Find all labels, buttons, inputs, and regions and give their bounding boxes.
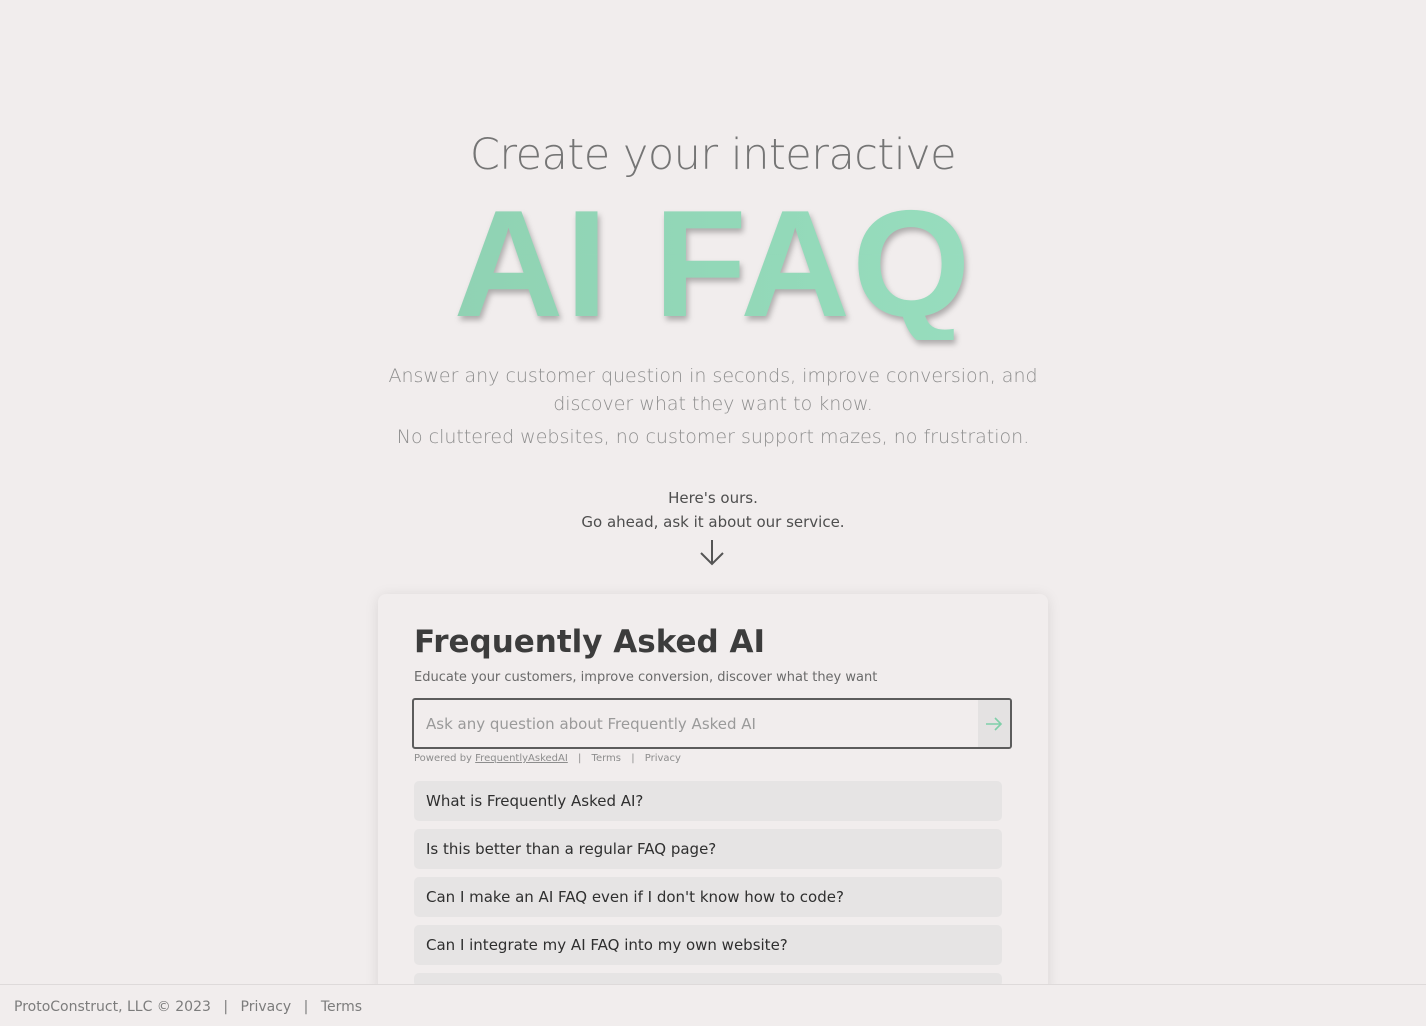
- arrow-down-icon: [700, 540, 724, 566]
- powered-by-link[interactable]: FrequentlyAskedAI: [475, 753, 568, 764]
- hero-callout-line1: Here's ours.: [668, 489, 758, 507]
- arrow-right-icon: [986, 716, 1003, 731]
- faq-widget-subtitle: Educate your customers, improve conversi…: [414, 670, 878, 685]
- hero-callout: Here's ours. Go ahead, ask it about our …: [0, 486, 1426, 534]
- suggested-question[interactable]: Can I integrate my AI FAQ into my own we…: [414, 925, 1002, 965]
- hero-title: AI FAQ: [0, 188, 1426, 340]
- suggested-questions-list: What is Frequently Asked AI? Is this bet…: [414, 781, 1002, 995]
- submit-question-button[interactable]: [978, 700, 1010, 747]
- powered-by-text: Powered by: [414, 753, 472, 764]
- suggested-question[interactable]: What is Frequently Asked AI?: [414, 781, 1002, 821]
- hero-description-secondary: No cluttered websites, no customer suppo…: [396, 426, 1030, 448]
- hero-callout-line2: Go ahead, ask it about our service.: [581, 513, 845, 531]
- powered-by-line: Powered by FrequentlyAskedAI | Terms | P…: [414, 753, 681, 764]
- divider: |: [631, 753, 635, 764]
- widget-terms-link[interactable]: Terms: [592, 753, 621, 764]
- hero-lead-text: Create your interactive: [469, 130, 957, 180]
- question-input[interactable]: [414, 700, 978, 747]
- faq-widget-title: Frequently Asked AI: [414, 624, 766, 660]
- divider: |: [223, 999, 229, 1015]
- question-box: [412, 698, 1012, 749]
- suggested-question[interactable]: Is this better than a regular FAQ page?: [414, 829, 1002, 869]
- suggested-question[interactable]: Can I make an AI FAQ even if I don't kno…: [414, 877, 1002, 917]
- divider: |: [577, 753, 582, 764]
- landing-page: Create your interactive AI FAQ Answer an…: [0, 0, 1426, 1026]
- footer-terms-link[interactable]: Terms: [321, 999, 362, 1015]
- copyright-text: ProtoConstruct, LLC © 2023: [14, 999, 211, 1015]
- page-footer: ProtoConstruct, LLC © 2023 | Privacy | T…: [0, 984, 1426, 1026]
- widget-privacy-link[interactable]: Privacy: [645, 753, 681, 764]
- divider: |: [303, 999, 309, 1015]
- footer-privacy-link[interactable]: Privacy: [241, 999, 292, 1015]
- faq-widget: Frequently Asked AI Educate your custome…: [378, 594, 1048, 994]
- hero-description: Answer any customer question in seconds,…: [388, 365, 1038, 415]
